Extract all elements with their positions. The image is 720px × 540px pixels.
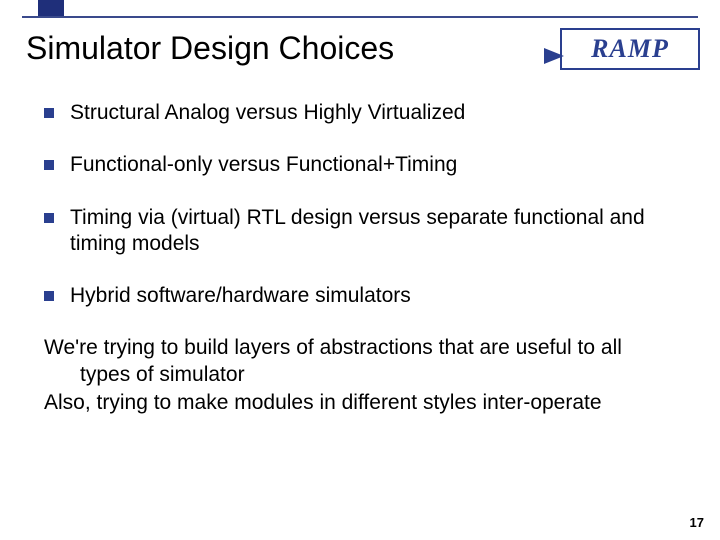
square-bullet-icon	[44, 213, 54, 223]
slide-title: Simulator Design Choices	[26, 30, 394, 67]
top-accent-square	[38, 0, 64, 16]
body-paragraph: We're trying to build layers of abstract…	[44, 335, 676, 388]
body-paragraph: Also, trying to make modules in differen…	[44, 390, 676, 416]
ramp-logo: RAMP	[560, 28, 700, 70]
page-number: 17	[690, 515, 704, 530]
bullet-item: Hybrid software/hardware simulators	[44, 283, 676, 309]
paragraph-text: We're trying to build layers of abstract…	[44, 335, 676, 388]
bullet-item: Structural Analog versus Highly Virtuali…	[44, 100, 676, 126]
ramp-logo-text: RAMP	[591, 34, 669, 64]
bullet-text: Structural Analog versus Highly Virtuali…	[70, 100, 676, 126]
square-bullet-icon	[44, 108, 54, 118]
square-bullet-icon	[44, 160, 54, 170]
bullet-text: Hybrid software/hardware simulators	[70, 283, 676, 309]
slide-body: Structural Analog versus Highly Virtuali…	[44, 100, 676, 416]
slide: RAMP Simulator Design Choices Structural…	[0, 0, 720, 540]
top-rule	[22, 16, 698, 18]
bullet-text: Timing via (virtual) RTL design versus s…	[70, 205, 676, 258]
ramp-logo-arrow-icon	[544, 48, 564, 64]
square-bullet-icon	[44, 291, 54, 301]
bullet-item: Functional-only versus Functional+Timing	[44, 152, 676, 178]
bullet-text: Functional-only versus Functional+Timing	[70, 152, 676, 178]
bullet-item: Timing via (virtual) RTL design versus s…	[44, 205, 676, 258]
paragraph-text: Also, trying to make modules in differen…	[44, 390, 676, 416]
